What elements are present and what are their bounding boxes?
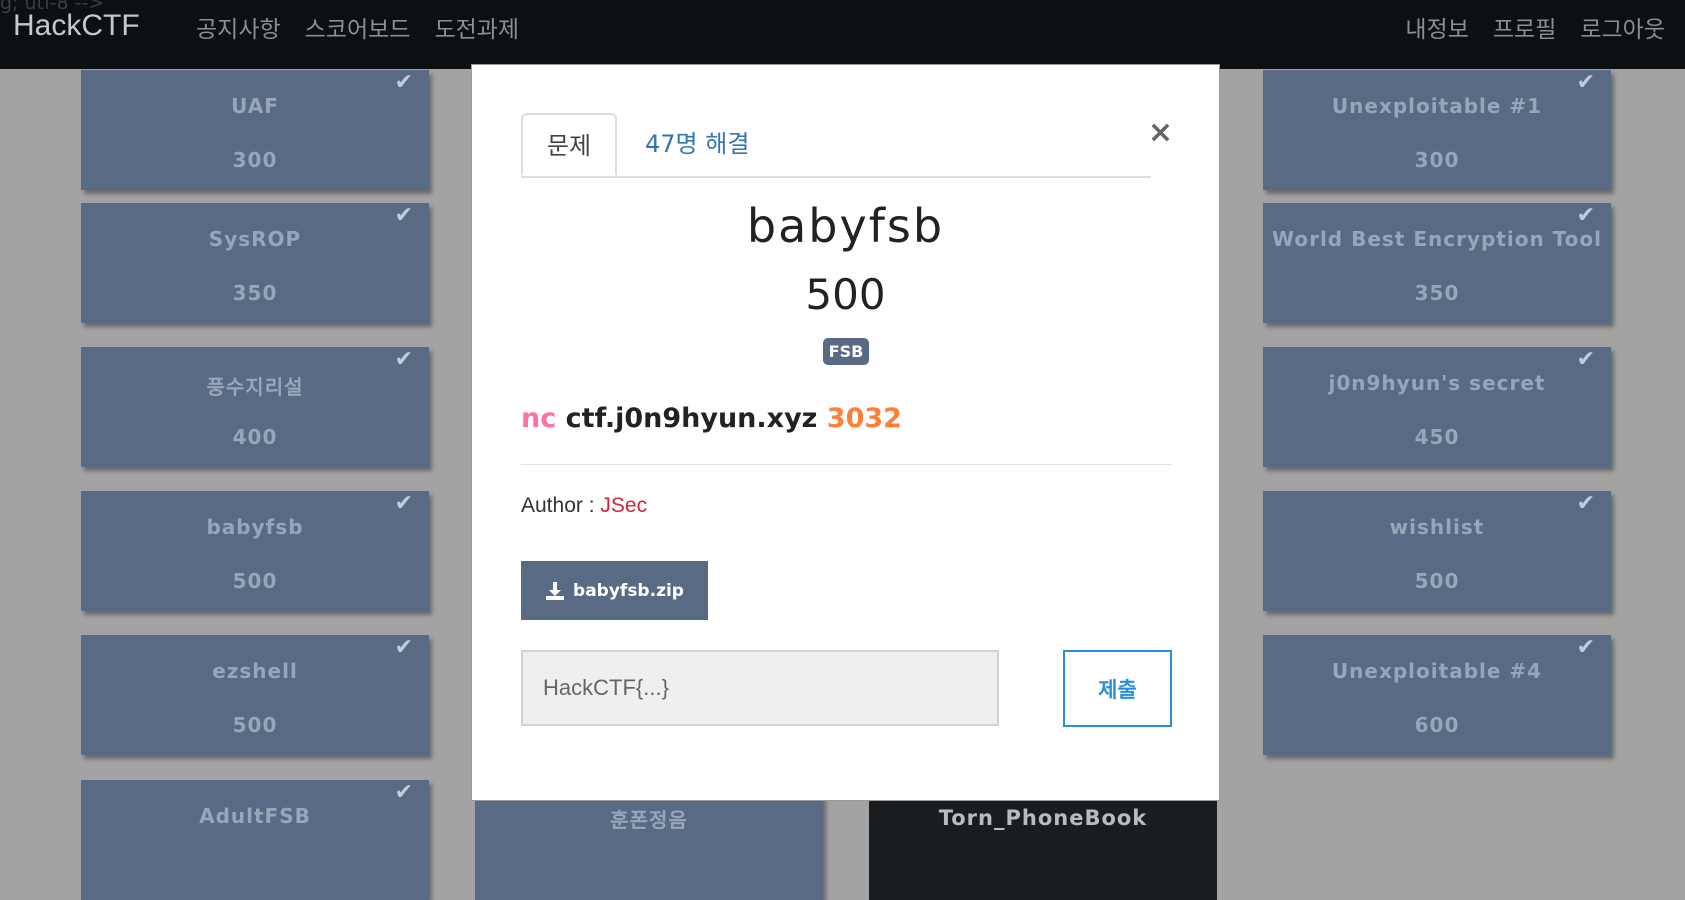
challenge-tile[interactable]: ✔ Unexploitable #4 600 — [1263, 635, 1611, 755]
nav-right-links: 내정보 프로필 로그아웃 — [1405, 10, 1665, 44]
modal-tabs: 문제 47명 해결 — [521, 113, 1151, 178]
solved-check-icon: ✔ — [1576, 635, 1595, 660]
challenge-tile[interactable]: ✔ SysROP 350 — [81, 203, 429, 323]
download-file-name: babyfsb.zip — [573, 580, 684, 601]
nav-notice[interactable]: 공지사항 — [196, 10, 281, 44]
challenge-name: UAF — [231, 94, 279, 118]
challenge-name: 풍수지리설 — [206, 375, 304, 399]
divider — [521, 464, 1172, 465]
nav-scoreboard[interactable]: 스코어보드 — [305, 10, 411, 44]
solved-check-icon: ✔ — [1576, 491, 1595, 516]
challenge-name: World Best Encryption Tool — [1272, 227, 1602, 251]
connection-command: nc — [521, 403, 557, 434]
solved-check-icon: ✔ — [394, 203, 413, 228]
challenge-name: AdultFSB — [199, 804, 311, 828]
solved-check-icon: ✔ — [1576, 203, 1595, 228]
challenge-points-value: 500 — [805, 270, 886, 319]
challenge-points: 350 — [232, 281, 278, 305]
challenge-points: 500 — [1414, 569, 1460, 593]
close-icon[interactable]: × — [1148, 115, 1173, 150]
flag-input[interactable] — [521, 650, 999, 726]
challenge-name: 훈폰정음 — [610, 808, 688, 832]
nav-logout[interactable]: 로그아웃 — [1580, 10, 1665, 44]
download-file-button[interactable]: babyfsb.zip — [521, 561, 708, 620]
nav-my-info[interactable]: 내정보 — [1405, 10, 1468, 44]
submit-flag-button[interactable]: 제출 — [1063, 650, 1172, 727]
tab-problem[interactable]: 문제 — [521, 113, 617, 176]
challenge-name: wishlist — [1389, 515, 1485, 539]
challenge-points: 450 — [1414, 425, 1460, 449]
author-label: Author : — [521, 494, 595, 517]
top-navbar: HackCTF 공지사항 스코어보드 도전과제 내정보 프로필 로그아웃 — [0, 0, 1685, 69]
solved-check-icon: ✔ — [394, 70, 413, 95]
challenge-name: Unexploitable #1 — [1331, 94, 1543, 118]
connection-info: nc ctf.j0n9hyun.xyz 3032 — [521, 403, 902, 434]
challenge-points: 500 — [232, 569, 278, 593]
nav-left-links: 공지사항 스코어보드 도전과제 — [196, 10, 519, 44]
challenge-tile[interactable]: ✔ World Best Encryption Tool 350 — [1263, 203, 1611, 323]
challenge-tile[interactable]: ✔ UAF 300 — [81, 70, 429, 190]
author-name: JSec — [600, 494, 648, 517]
connection-host: ctf.j0n9hyun.xyz — [565, 403, 818, 434]
challenge-points: 400 — [232, 425, 278, 449]
author-line: Author : JSec — [521, 494, 647, 518]
challenge-points: 500 — [232, 713, 278, 737]
challenge-points: 300 — [232, 148, 278, 172]
challenge-name: SysROP — [208, 227, 302, 251]
challenge-name: j0n9hyun's secret — [1328, 371, 1546, 395]
solved-check-icon: ✔ — [394, 491, 413, 516]
challenge-name: Unexploitable #4 — [1331, 659, 1543, 683]
challenge-tile[interactable]: ✔ wishlist 500 — [1263, 491, 1611, 611]
tab-solves[interactable]: 47명 해결 — [645, 113, 749, 176]
challenge-modal: 문제 47명 해결 × babyfsb 500 FSB nc ctf.j0n9h… — [471, 64, 1220, 801]
challenge-tile[interactable]: ✔ 풍수지리설 400 — [81, 347, 429, 467]
stray-comment-text: g; utf-8 --> — [0, 0, 105, 14]
challenge-tile[interactable]: ✔ Unexploitable #1 300 — [1263, 70, 1611, 190]
solved-check-icon: ✔ — [1576, 347, 1595, 372]
challenge-tile[interactable]: ✔ j0n9hyun's secret 450 — [1263, 347, 1611, 467]
challenge-points: 300 — [1414, 148, 1460, 172]
challenge-tile[interactable]: ✔ babyfsb 500 — [81, 491, 429, 611]
solved-check-icon: ✔ — [394, 780, 413, 805]
challenge-name: babyfsb — [206, 515, 304, 539]
solved-check-icon: ✔ — [394, 347, 413, 372]
challenge-name: ezshell — [212, 659, 298, 683]
challenge-points: 350 — [1414, 281, 1460, 305]
challenge-title: babyfsb — [746, 199, 945, 253]
challenge-tile[interactable]: ✔ AdultFSB — [81, 780, 429, 900]
solved-check-icon: ✔ — [1576, 70, 1595, 95]
challenge-points: 600 — [1414, 713, 1460, 737]
connection-port: 3032 — [826, 403, 902, 434]
nav-profile[interactable]: 프로필 — [1493, 10, 1556, 44]
challenge-tile[interactable]: ✔ ezshell 500 — [81, 635, 429, 755]
category-tag: FSB — [823, 338, 869, 365]
brand-logo[interactable]: HackCTF — [13, 9, 140, 43]
nav-challenges[interactable]: 도전과제 — [434, 10, 519, 44]
download-icon — [546, 581, 565, 600]
solved-check-icon: ✔ — [394, 635, 413, 660]
challenge-name: Torn_PhoneBook — [938, 806, 1148, 830]
